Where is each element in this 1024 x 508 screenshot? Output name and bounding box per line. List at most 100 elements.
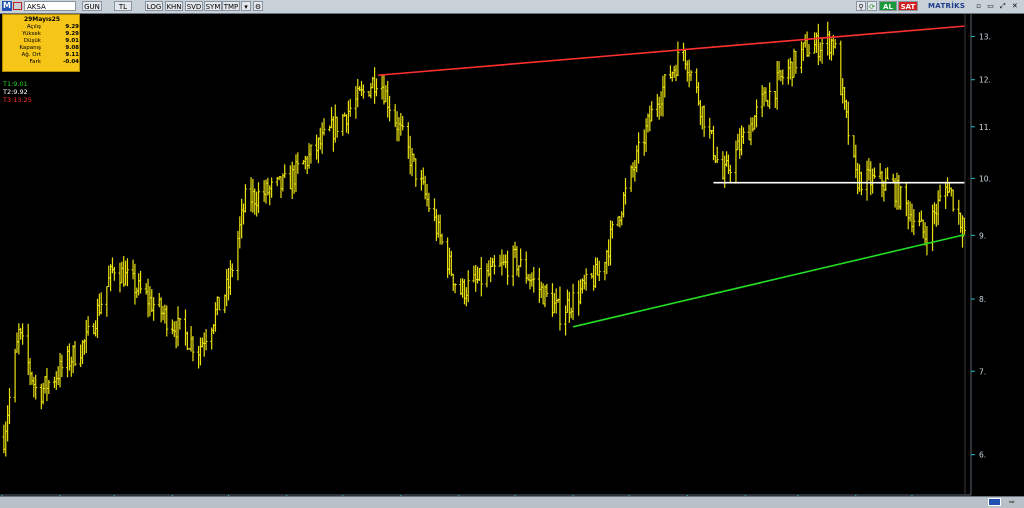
ohlc-bar	[69, 356, 73, 377]
tmp-button[interactable]: TMP	[222, 1, 240, 11]
ohlc-bar	[884, 168, 888, 191]
ohlc-bar	[569, 307, 573, 319]
price-chart[interactable]: 6.7.8.9.10.11.12.13.Oca24Şub24Mar24Nis24…	[0, 14, 1024, 507]
ohlc-bar	[637, 132, 641, 164]
ohlc-bar	[41, 382, 45, 405]
ohlc-bar	[786, 59, 790, 85]
ohlc-bar	[67, 343, 71, 371]
symbol-field[interactable]: AKSA	[24, 1, 76, 11]
ohlc-bar	[908, 201, 912, 222]
ohlc-bars	[2, 21, 966, 457]
ohlc-bar	[728, 164, 732, 184]
ohlc-bar	[137, 273, 141, 296]
ohlc-bar	[622, 191, 626, 218]
ohlc-bar	[951, 189, 955, 212]
ohlc-bar	[163, 304, 167, 324]
ohlc-bar	[401, 116, 405, 131]
ohlc-bar	[54, 371, 58, 391]
ohlc-bar	[288, 165, 292, 190]
ohlc-bar	[567, 291, 571, 323]
ohlc-bar	[120, 261, 124, 284]
ohlc-bar	[79, 344, 83, 367]
sym-button[interactable]: SYM	[204, 1, 222, 11]
ohlc-bar	[755, 99, 759, 128]
ohlc-bar	[725, 151, 729, 167]
ohlc-bar	[331, 116, 335, 152]
ohlc-bar	[386, 80, 390, 118]
ohlc-label: Fark	[29, 59, 41, 65]
ohlc-label: Yüksek	[22, 31, 41, 37]
ohlc-bar	[462, 279, 466, 305]
ohlc-bar	[537, 267, 541, 303]
ohlc-bar	[949, 187, 953, 197]
app-logo-icon: M	[2, 1, 12, 11]
ohlc-bar	[856, 162, 860, 195]
ohlc-bar	[354, 86, 358, 119]
ohlc-bar	[170, 319, 174, 335]
ohlc-bar	[434, 208, 438, 241]
bottom-scrollbar[interactable]: ⇨	[0, 496, 1024, 508]
buy-button[interactable]: AL	[879, 1, 897, 11]
ohlc-bar	[672, 65, 676, 78]
ohlc-bar	[440, 233, 444, 245]
dropdown-icon[interactable]: ▾	[241, 1, 251, 11]
ohlc-bar	[781, 69, 785, 85]
matriks-label: MATRİKS	[928, 2, 966, 10]
ohlc-bar	[539, 281, 543, 299]
zoom-icon[interactable]	[988, 498, 1001, 506]
khn-button[interactable]: KHN	[165, 1, 183, 11]
ohlc-bar	[81, 340, 85, 365]
ohlc-bar	[590, 272, 594, 279]
support-trend-line[interactable]	[572, 233, 965, 328]
ohlc-bar	[577, 280, 581, 316]
refresh-icon[interactable]: ⟳	[867, 1, 877, 11]
ohlc-bar	[571, 283, 575, 321]
ohlc-bar	[663, 74, 667, 98]
ohlc-bar	[21, 323, 25, 345]
ohlc-bar	[13, 348, 17, 403]
sell-button[interactable]: SAT	[898, 1, 918, 11]
ohlc-bar	[565, 289, 569, 313]
ohlc-bar	[393, 104, 397, 128]
ohlc-bar	[45, 367, 49, 402]
ohlc-bar	[419, 170, 423, 191]
scroll-right-icon[interactable]: ⇨	[1004, 498, 1020, 506]
period-button[interactable]: GUN	[82, 1, 102, 11]
ohlc-bar	[307, 143, 311, 169]
ohlc-bar	[741, 127, 745, 144]
window-controls[interactable]: ▫ ▭ ⤢ ✕	[975, 1, 1021, 11]
trend-label-t2: T2:9.92	[3, 88, 28, 96]
ohlc-bar	[423, 175, 427, 200]
ohlc-bar	[492, 255, 496, 275]
y-tick-label: 11.	[979, 123, 991, 132]
ohlc-bar	[734, 140, 738, 184]
ohlc-bar	[253, 188, 257, 215]
ohlc-bar	[685, 60, 689, 82]
currency-button[interactable]: TL	[114, 1, 132, 11]
ohlc-bar	[657, 96, 661, 120]
ohlc-value: 9.08	[65, 45, 79, 51]
ohlc-bar	[303, 155, 307, 170]
ohlc-bar	[511, 245, 515, 287]
ohlc-bar	[438, 214, 442, 245]
resistance-trend-line[interactable]	[378, 25, 965, 77]
ohlc-bar	[257, 182, 261, 213]
svd-button[interactable]: SVD	[185, 1, 203, 11]
ohlc-bar	[32, 376, 36, 398]
ohlc-bar	[633, 159, 637, 182]
ohlc-bar	[112, 266, 116, 281]
ohlc-bar	[938, 184, 942, 202]
pin-icon[interactable]: ⚲	[856, 1, 866, 11]
ohlc-bar	[873, 167, 877, 179]
ohlc-bar	[906, 200, 910, 230]
ohlc-bar	[225, 268, 229, 307]
ohlc-value: 9.29	[65, 31, 79, 37]
ohlc-bar	[146, 278, 150, 318]
ohlc-bar	[202, 332, 206, 357]
ohlc-bar	[803, 34, 807, 48]
log-button[interactable]: LOG	[145, 1, 163, 11]
y-tick-label: 7.	[979, 367, 986, 376]
settings-icon[interactable]: ⚙	[253, 1, 263, 11]
ohlc-bar	[217, 296, 221, 311]
ohlc-bar	[447, 247, 451, 275]
